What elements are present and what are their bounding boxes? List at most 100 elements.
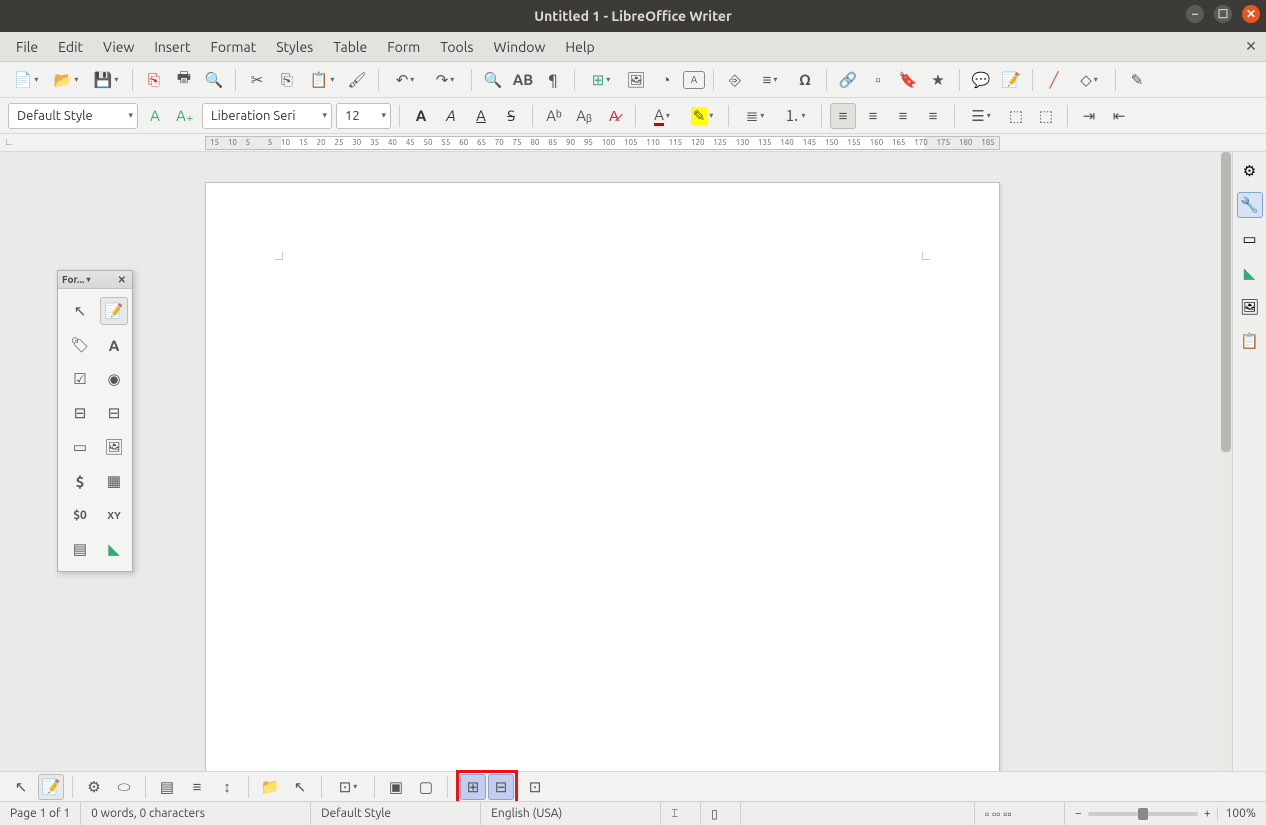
paste-button[interactable]: 📋▾ <box>304 67 340 93</box>
open-button[interactable]: 📂▾ <box>48 67 84 93</box>
underline-button[interactable]: A <box>468 103 494 129</box>
align-left-button[interactable]: ≡ <box>830 103 856 129</box>
menu-format[interactable]: Format <box>201 35 267 59</box>
menu-insert[interactable]: Insert <box>144 35 200 59</box>
superscript-button[interactable]: Aᵇ <box>541 103 567 129</box>
menu-edit[interactable]: Edit <box>48 35 93 59</box>
clone-formatting-button[interactable]: 🖌 <box>344 67 370 93</box>
insert-special-char-button[interactable]: Ω <box>792 67 818 93</box>
form-panel-dropdown-icon[interactable]: ▾ <box>85 275 93 284</box>
subscript-button[interactable]: Aᵦ <box>571 103 597 129</box>
form-image-button[interactable]: 🖼 <box>100 433 128 461</box>
bullet-list-button[interactable]: ≣▾ <box>737 103 773 129</box>
menu-window[interactable]: Window <box>483 35 555 59</box>
insert-comment-button[interactable]: 💬 <box>968 67 994 93</box>
print-button[interactable]: 🖶 <box>171 67 197 93</box>
form-wizards-button[interactable]: ◣ <box>100 535 128 563</box>
font-name-combo[interactable]: Liberation Seri▾ <box>202 103 332 129</box>
clear-formatting-button[interactable]: A̷ <box>601 103 627 129</box>
status-view-layout[interactable]: ▫ ▫▫ ▫▫ <box>975 802 1065 825</box>
bring-to-front-button[interactable]: ▣ <box>383 774 409 800</box>
form-listbox-button[interactable]: ⊟ <box>66 399 94 427</box>
highlight-color-button[interactable]: ✎▾ <box>684 103 720 129</box>
align-center-button[interactable]: ≡ <box>860 103 886 129</box>
insert-bookmark-button[interactable]: 🔖 <box>895 67 921 93</box>
track-changes-button[interactable]: 📝 <box>998 67 1024 93</box>
zoom-value[interactable]: 100% <box>1217 807 1256 820</box>
insert-line-button[interactable]: ╱ <box>1041 67 1067 93</box>
sidebar-styles-icon[interactable]: ◣ <box>1237 260 1263 286</box>
window-maximize-button[interactable]: ☐ <box>1214 5 1232 23</box>
insert-footnote-button[interactable]: ▫ <box>865 67 891 93</box>
form-controls-panel[interactable]: For... ▾ ✕ ↖ 📝 🏷 A ☑ ◉ ⊟ ⊟ ▭ 🖼 $ ▦ $0 XY… <box>57 270 133 572</box>
window-minimize-button[interactable]: – <box>1186 5 1204 23</box>
form-option-button[interactable]: ◉ <box>100 365 128 393</box>
status-insert-mode[interactable]: ⌶ <box>661 802 701 825</box>
sidebar-settings-icon[interactable]: ⚙ <box>1237 158 1263 184</box>
design-mode-button[interactable]: 📝 <box>38 774 64 800</box>
menu-tools[interactable]: Tools <box>430 35 483 59</box>
menu-help[interactable]: Help <box>555 35 604 59</box>
spellcheck-button[interactable]: AB <box>510 67 536 93</box>
form-push-button[interactable]: ▭ <box>66 433 94 461</box>
status-page[interactable]: Page 1 of 1 <box>0 802 81 825</box>
insert-table-button[interactable]: ⊞▾ <box>583 67 619 93</box>
align-justify-button[interactable]: ≡ <box>920 103 946 129</box>
italic-button[interactable]: A <box>438 103 464 129</box>
select-tool-button[interactable]: ↖ <box>8 774 34 800</box>
exit-group-button[interactable]: ⊟ <box>488 774 514 800</box>
strikethrough-button[interactable]: S <box>498 103 524 129</box>
increase-spacing-button[interactable]: ⬚ <box>1003 103 1029 129</box>
redo-button[interactable]: ↷▾ <box>427 67 463 93</box>
control-properties-button[interactable]: ⚙ <box>81 774 107 800</box>
zoom-slider[interactable] <box>1088 812 1198 816</box>
show-draw-functions-button[interactable]: ✎ <box>1124 67 1150 93</box>
insert-image-button[interactable]: 🖼 <box>623 67 649 93</box>
increase-indent-button[interactable]: ⇥ <box>1076 103 1102 129</box>
activation-order-button[interactable]: ↕ <box>214 774 240 800</box>
sidebar-gallery-icon[interactable]: 🖼 <box>1237 294 1263 320</box>
insert-textbox-button[interactable]: A <box>683 71 705 89</box>
form-formatted-field-button[interactable]: $ <box>66 467 94 495</box>
form-combobox-button[interactable]: ⊟ <box>100 399 128 427</box>
print-preview-button[interactable]: 🔍 <box>201 67 227 93</box>
status-selection-mode[interactable]: ▯ <box>701 802 741 825</box>
status-style[interactable]: Default Style <box>311 802 481 825</box>
undo-button[interactable]: ↶▾ <box>387 67 423 93</box>
window-close-button[interactable]: ✕ <box>1242 5 1260 23</box>
insert-hyperlink-button[interactable]: 🔗 <box>835 67 861 93</box>
horizontal-ruler[interactable]: 15 10 5 5 10 15 20 25 30 35 40 45 50 55 … <box>205 136 1000 150</box>
export-pdf-button[interactable]: ⎘ <box>141 67 167 93</box>
scrollbar-thumb[interactable] <box>1221 152 1231 452</box>
formatting-marks-button[interactable]: ¶ <box>540 67 566 93</box>
form-panel-header[interactable]: For... ▾ ✕ <box>58 271 132 289</box>
find-replace-button[interactable]: 🔍 <box>480 67 506 93</box>
form-date-field-button[interactable]: ▦ <box>100 467 128 495</box>
display-grid-button[interactable]: ⊡ <box>522 774 548 800</box>
basic-shapes-button[interactable]: ◇▾ <box>1071 67 1107 93</box>
font-size-combo[interactable]: 12▾ <box>336 103 391 129</box>
align-right-button[interactable]: ≡ <box>890 103 916 129</box>
form-label-button[interactable]: 🏷 <box>66 331 94 359</box>
form-design-mode-button[interactable]: 📝 <box>100 297 128 325</box>
form-checkbox-button[interactable]: ☑ <box>66 365 94 393</box>
sidebar-properties-icon[interactable]: 🔧 <box>1237 192 1263 218</box>
line-spacing-button[interactable]: ☰▾ <box>963 103 999 129</box>
sidebar-page-icon[interactable]: ▭ <box>1237 226 1263 252</box>
status-words[interactable]: 0 words, 0 characters <box>81 802 311 825</box>
bold-button[interactable]: A <box>408 103 434 129</box>
insert-cross-reference-button[interactable]: ★ <box>925 67 951 93</box>
insert-chart-button[interactable]: ◔ <box>653 67 679 93</box>
paragraph-style-combo[interactable]: Default Style▾ <box>8 103 138 129</box>
document-page[interactable] <box>205 182 1000 775</box>
decrease-spacing-button[interactable]: ⬚ <box>1033 103 1059 129</box>
update-style-button[interactable]: A <box>142 103 168 129</box>
menu-form[interactable]: Form <box>377 35 430 59</box>
status-signature[interactable] <box>741 802 975 825</box>
insert-page-break-button[interactable]: ⎆ <box>722 67 748 93</box>
add-field-button[interactable]: ≡ <box>184 774 210 800</box>
form-select-tool[interactable]: ↖ <box>66 297 94 325</box>
zoom-out-button[interactable]: − <box>1075 807 1082 820</box>
new-style-button[interactable]: A₊ <box>172 103 198 129</box>
insert-field-button[interactable]: ≡▾ <box>752 67 788 93</box>
